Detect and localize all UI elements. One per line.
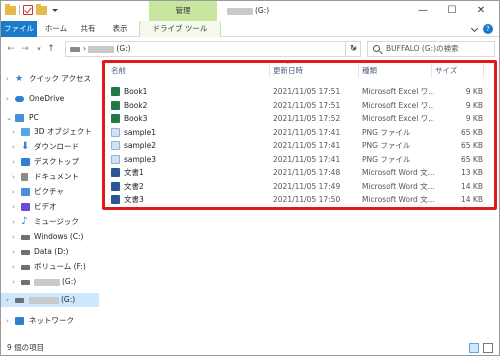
drive-name-redacted [227, 7, 253, 15]
star-icon: ★ [15, 74, 24, 84]
highlight-box [102, 60, 497, 210]
manage-tab[interactable]: 管理 [149, 1, 217, 21]
nav-item-network[interactable]: › ネットワーク [1, 314, 99, 328]
drive-icon [15, 298, 24, 303]
properties-icon[interactable] [23, 5, 33, 15]
nav-item-music[interactable]: › ♪ ミュージック [1, 215, 99, 229]
breadcrumb-drive: (G:) [116, 44, 131, 53]
cube-icon [21, 128, 30, 136]
address-bar[interactable]: › (G:) ▾ [65, 41, 361, 57]
nav-item-onedrive[interactable]: › OneDrive [1, 92, 99, 106]
qat-separator [19, 5, 20, 15]
expand-chevron-icon[interactable]: › [12, 230, 15, 244]
nav-item-drive-g[interactable]: › (G:) [1, 275, 99, 289]
expand-chevron-icon[interactable]: › [6, 293, 9, 307]
refresh-icon[interactable]: ↻ [345, 41, 361, 57]
document-icon [21, 173, 28, 181]
close-button[interactable]: ✕ [468, 1, 494, 21]
window-title-text: (G:) [255, 6, 270, 15]
expand-chevron-icon[interactable]: › [12, 200, 15, 214]
expand-chevron-icon[interactable]: › [12, 170, 15, 184]
expand-chevron-icon[interactable]: › [12, 185, 15, 199]
back-arrow-icon[interactable]: ← [5, 42, 17, 56]
title-bar: 管理 (G:) — ☐ ✕ [1, 1, 499, 21]
music-icon: ♪ [21, 216, 28, 227]
drive-icon [70, 47, 80, 52]
nav-item-documents[interactable]: › ドキュメント [1, 170, 99, 184]
forward-arrow-icon[interactable]: → [19, 42, 31, 56]
expand-chevron-icon[interactable]: › [6, 92, 9, 106]
search-box[interactable]: BUFFALO (G:)の検索 [367, 41, 495, 57]
ribbon-right-controls: ? [470, 24, 493, 34]
help-icon[interactable]: ? [483, 24, 493, 34]
search-icon [373, 45, 380, 52]
drive-icon [21, 235, 30, 240]
expand-chevron-icon[interactable]: › [6, 314, 9, 328]
expand-chevron-icon[interactable]: › [12, 125, 15, 139]
nav-item-quick-access[interactable]: › ★ クイック アクセス [1, 72, 99, 86]
expand-chevron-icon[interactable]: › [12, 140, 15, 154]
expand-chevron-icon[interactable]: › [12, 155, 15, 169]
nav-item-pictures[interactable]: › ピクチャ [1, 185, 99, 199]
qat-dropdown-icon[interactable] [52, 8, 58, 12]
tab-file[interactable]: ファイル [1, 21, 37, 37]
expand-ribbon-icon[interactable] [470, 24, 479, 32]
breadcrumb[interactable]: › (G:) [83, 42, 131, 56]
tab-drive-tools[interactable]: ドライブ ツール [139, 21, 221, 37]
status-bar: 9 個の項目 [1, 340, 499, 356]
expand-chevron-icon[interactable]: › [6, 72, 9, 86]
expand-chevron-icon[interactable]: › [12, 260, 15, 274]
file-list-pane: 名前 ^ 更新日時 種類 サイズ Book1 2021/11/05 17:51 Mi… [101, 60, 499, 340]
large-icons-view-icon[interactable] [483, 343, 493, 353]
navigation-pane: › ★ クイック アクセス › OneDrive ⌄ PC › 3D オブジェク… [1, 60, 99, 340]
drive-icon [21, 265, 30, 270]
search-placeholder: BUFFALO (G:)の検索 [386, 44, 459, 53]
pc-icon [15, 114, 24, 122]
nav-item-windows-c[interactable]: › Windows (C:) [1, 230, 99, 244]
minimize-button[interactable]: — [410, 1, 436, 21]
nav-item-downloads[interactable]: › ⬇ ダウンロード [1, 140, 99, 154]
picture-icon [21, 188, 30, 196]
drive-icon [21, 250, 30, 255]
expand-chevron-icon[interactable]: › [12, 245, 15, 259]
folder-icon [5, 3, 16, 15]
collapse-chevron-icon[interactable]: ⌄ [6, 111, 12, 125]
details-view-icon[interactable] [469, 343, 479, 353]
ribbon-tabs: ファイル ホーム 共有 表示 ドライブ ツール ? [1, 21, 499, 37]
drive-icon [21, 280, 30, 285]
breadcrumb-redacted [88, 45, 115, 53]
view-toggle [469, 343, 493, 353]
desktop-icon [21, 158, 30, 166]
nav-item-volume-f[interactable]: › ボリューム (F:) [1, 260, 99, 274]
up-arrow-icon[interactable]: ↑ [45, 42, 57, 56]
drive-name-redacted [29, 296, 59, 304]
recent-locations-icon[interactable]: ▾ [33, 42, 45, 56]
drive-g-label: (G:) [62, 277, 77, 286]
tab-home[interactable]: ホーム [41, 21, 71, 37]
nav-item-pc[interactable]: ⌄ PC [1, 111, 99, 125]
maximize-button[interactable]: ☐ [439, 1, 465, 21]
explorer-window: 管理 (G:) — ☐ ✕ ファイル ホーム 共有 表示 ドライブ ツール ? … [0, 0, 500, 356]
tab-share[interactable]: 共有 [75, 21, 101, 37]
nav-item-desktop[interactable]: › デスクトップ [1, 155, 99, 169]
nav-item-videos[interactable]: › ビデオ [1, 200, 99, 214]
nav-item-drive-g-selected[interactable]: › (G:) [1, 293, 99, 307]
nav-item-data-d[interactable]: › Data (D:) [1, 245, 99, 259]
network-icon [15, 317, 24, 325]
drive-g-selected-label: (G:) [61, 295, 76, 304]
download-icon: ⬇ [21, 141, 30, 152]
expand-chevron-icon[interactable]: › [12, 215, 15, 229]
tab-view[interactable]: 表示 [105, 21, 135, 37]
drive-name-redacted [34, 278, 60, 286]
quick-access-toolbar [5, 3, 58, 15]
new-folder-icon[interactable] [36, 3, 47, 15]
window-title: (G:) [227, 1, 269, 21]
address-row: ← → ▾ ↑ › (G:) ▾ ↻ BUFFALO (G:)の検索 [1, 38, 499, 60]
video-icon [21, 203, 30, 211]
item-count: 9 個の項目 [7, 343, 45, 352]
nav-item-3d-objects[interactable]: › 3D オブジェクト [1, 125, 99, 139]
cloud-icon [15, 96, 24, 102]
expand-chevron-icon[interactable]: › [12, 275, 15, 289]
